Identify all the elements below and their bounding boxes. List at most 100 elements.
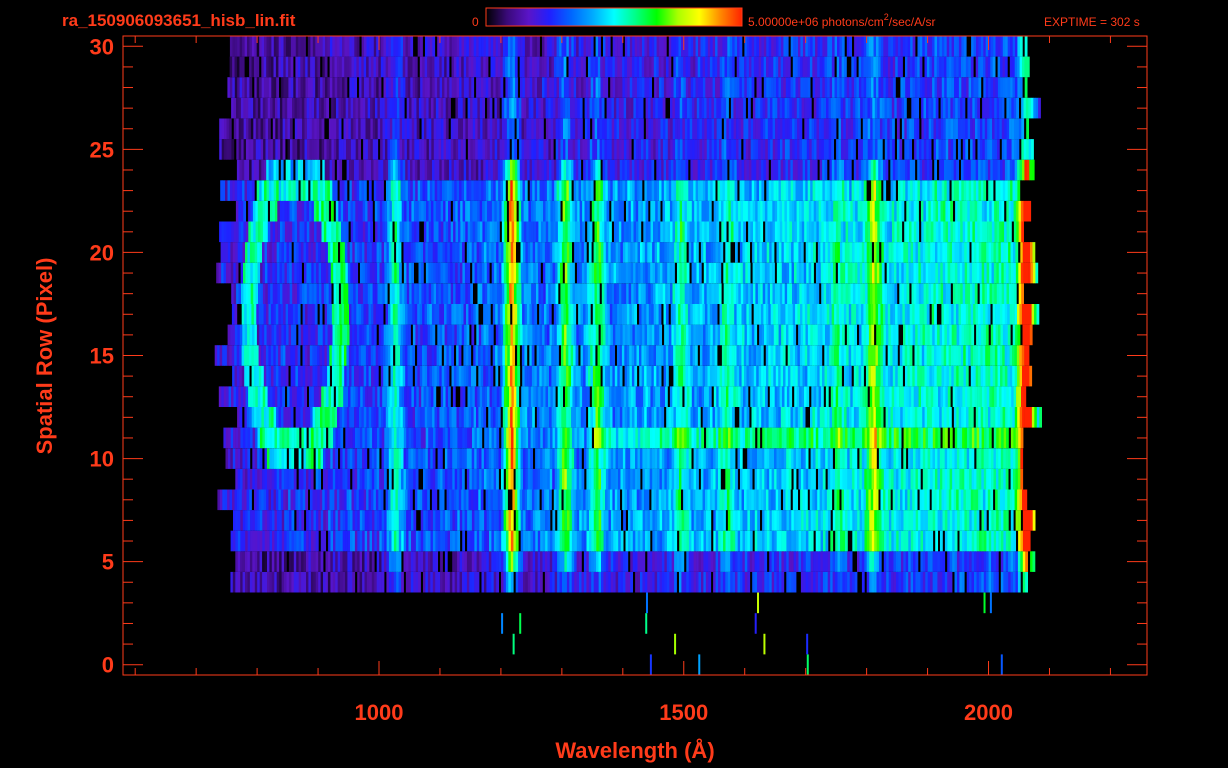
heatmap-cell: [649, 571, 653, 593]
heatmap-cell: [340, 386, 344, 407]
heatmap-cell: [663, 489, 667, 511]
heatmap-cell: [915, 427, 919, 449]
heatmap-cell: [971, 510, 975, 531]
heatmap-cell: [713, 448, 716, 469]
heatmap-cell: [578, 304, 581, 325]
heatmap-cell: [1024, 407, 1028, 428]
heatmap-cell: [854, 427, 858, 449]
heatmap-cell: [283, 345, 286, 366]
heatmap-cell: [784, 262, 788, 284]
heatmap-cell: [245, 242, 248, 263]
heatmap-cell: [364, 242, 368, 263]
heatmap-cell: [654, 324, 658, 346]
heatmap-cell: [680, 365, 684, 387]
heatmap-cell: [345, 551, 348, 572]
heatmap-cell: [456, 324, 460, 346]
heatmap-cell: [886, 468, 889, 490]
heatmap-cell: [233, 283, 237, 304]
heatmap-cell: [645, 386, 649, 407]
heatmap-cell: [261, 324, 265, 346]
heatmap-cell: [975, 407, 979, 428]
heatmap-cell: [946, 365, 950, 387]
heatmap-cell: [662, 510, 665, 531]
heatmap-cell: [959, 324, 962, 346]
heatmap-cell: [947, 468, 950, 490]
heatmap-cell: [515, 448, 519, 469]
heatmap-cell: [514, 304, 518, 325]
heatmap-cell: [998, 510, 1002, 531]
heatmap-cell: [247, 530, 251, 552]
heatmap-cell: [1012, 324, 1016, 346]
heatmap-cell: [276, 242, 280, 263]
heatmap-cell: [369, 551, 373, 572]
heatmap-cell: [690, 304, 694, 325]
heatmap-cell: [271, 448, 275, 469]
heatmap-cell: [318, 448, 321, 469]
heatmap-cell: [614, 304, 618, 325]
heatmap-cell: [966, 324, 970, 346]
heatmap-cell: [412, 304, 416, 325]
heatmap-cell: [377, 262, 380, 284]
heatmap-cell: [935, 510, 938, 531]
heatmap-cell: [242, 530, 246, 552]
heatmap-cell: [1015, 551, 1019, 572]
heatmap-cell: [993, 427, 997, 449]
heatmap-cell: [774, 427, 778, 449]
heatmap-cell: [727, 324, 731, 346]
heatmap-cell: [1018, 530, 1021, 552]
heatmap-cell: [590, 324, 594, 346]
heatmap-cell: [317, 407, 321, 428]
heatmap-cell: [422, 324, 426, 346]
heatmap-cell: [778, 448, 782, 469]
heatmap-cell: [281, 427, 285, 449]
heatmap-cell: [675, 407, 679, 428]
heatmap-cell: [788, 468, 792, 490]
heatmap-cell: [377, 283, 381, 304]
heatmap-cell: [932, 510, 936, 531]
heatmap-cell: [633, 283, 637, 304]
heatmap-cell: [764, 262, 768, 284]
heatmap-cell: [895, 345, 898, 366]
heatmap-cell: [629, 365, 633, 387]
heatmap-cell: [1039, 407, 1042, 428]
heatmap-cell: [252, 448, 256, 469]
heatmap-cell: [584, 283, 588, 304]
heatmap-cell: [684, 510, 687, 531]
heatmap-cell: [666, 407, 669, 428]
heatmap-cell: [554, 407, 557, 428]
heatmap-cell: [815, 448, 819, 469]
heatmap-cell: [435, 262, 439, 284]
heatmap-cell: [643, 283, 647, 304]
heatmap-cell: [819, 489, 823, 511]
heatmap-cell: [848, 489, 852, 511]
heatmap-cell: [357, 510, 361, 531]
heatmap-cell: [462, 386, 466, 407]
heatmap-cell: [504, 345, 508, 366]
heatmap-cell: [596, 468, 599, 490]
heatmap-cell: [398, 530, 402, 552]
heatmap-cell: [279, 386, 283, 407]
heatmap-cell: [836, 489, 840, 511]
heatmap-cell: [471, 571, 475, 593]
heatmap-cell: [934, 324, 938, 346]
heatmap-cell: [605, 489, 608, 511]
heatmap-cell: [342, 324, 345, 346]
heatmap-cell: [723, 386, 727, 407]
heatmap-cell: [398, 407, 401, 428]
heatmap-cell: [421, 283, 425, 304]
heatmap-cell: [224, 489, 228, 511]
heatmap-cell: [583, 571, 587, 593]
heatmap-cell: [793, 510, 797, 531]
heatmap-cell: [1003, 530, 1007, 552]
heatmap-cell: [369, 468, 373, 490]
heatmap-cell: [491, 468, 495, 490]
heatmap-cell: [902, 304, 906, 325]
heatmap-cell: [398, 551, 402, 572]
heatmap-cell: [1005, 407, 1008, 428]
heatmap-cell: [807, 365, 811, 387]
heatmap-cell: [852, 571, 855, 593]
heatmap-cell: [665, 283, 668, 304]
heatmap-cell: [330, 324, 333, 346]
heatmap-cell: [410, 489, 413, 511]
heatmap-cell: [718, 386, 722, 407]
